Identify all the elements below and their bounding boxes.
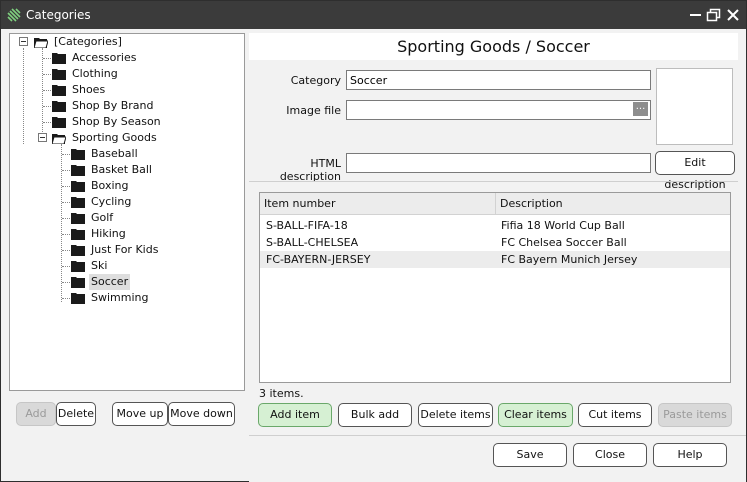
folder-icon — [71, 165, 85, 176]
folder-icon — [52, 117, 66, 128]
tree-item-cycling[interactable]: Cycling — [10, 194, 244, 210]
tree-item-label: Soccer — [89, 274, 131, 290]
cut-items-button[interactable]: Cut items — [578, 403, 652, 427]
categories-window: Categories [Categories] Accessories Clot… — [0, 0, 747, 482]
collapse-icon[interactable] — [19, 37, 28, 46]
tree-item-label: Just For Kids — [91, 243, 159, 256]
tree-item-label: Shoes — [72, 83, 106, 96]
folder-icon — [52, 69, 66, 80]
folder-icon — [71, 245, 85, 256]
window-title: Categories — [26, 8, 91, 22]
tree-item-shoes[interactable]: Shoes — [10, 82, 244, 98]
item-number-cell: S-BALL-FIFA-18 — [266, 219, 348, 232]
category-path-header: Sporting Goods / Soccer — [249, 33, 738, 60]
tree-item-basket-ball[interactable]: Basket Ball — [10, 162, 244, 178]
tree-item-clothing[interactable]: Clothing — [10, 66, 244, 82]
tree-item-baseball[interactable]: Baseball — [10, 146, 244, 162]
browse-button[interactable]: ... — [633, 102, 648, 116]
table-row[interactable]: FC-BAYERN-JERSEY FC Bayern Munich Jersey — [260, 251, 730, 268]
bulk-add-button[interactable]: Bulk add — [338, 403, 412, 427]
tree-item-label: Shop By Brand — [72, 99, 154, 112]
column-header-description[interactable]: Description — [496, 193, 730, 215]
tree-item-label: Baseball — [91, 147, 138, 160]
tree-item-label: Swimming — [91, 291, 149, 304]
tree-root-label: [Categories] — [54, 35, 122, 48]
tree-item-hiking[interactable]: Hiking — [10, 226, 244, 242]
description-cell: FC Bayern Munich Jersey — [501, 253, 638, 266]
folder-icon — [71, 293, 85, 304]
maximize-icon[interactable] — [705, 6, 723, 24]
tree-item-label: Shop By Season — [72, 115, 161, 128]
tree-item-boxing[interactable]: Boxing — [10, 178, 244, 194]
tree-item-label: Ski — [91, 259, 108, 272]
close-icon[interactable] — [724, 6, 742, 24]
tree-item-just-for-kids[interactable]: Just For Kids — [10, 242, 244, 258]
folder-icon — [52, 53, 66, 64]
folder-icon — [71, 277, 85, 288]
tree-item-golf[interactable]: Golf — [10, 210, 244, 226]
html-description-input[interactable] — [346, 153, 651, 173]
tree-item-label: Clothing — [72, 67, 118, 80]
table-row[interactable]: S-BALL-FIFA-18 Fifia 18 World Cup Ball — [260, 217, 730, 234]
tree-item-accessories[interactable]: Accessories — [10, 50, 244, 66]
item-count: 3 items. — [259, 387, 304, 400]
tree-item-ski[interactable]: Ski — [10, 258, 244, 274]
items-table[interactable]: Item number Description S-BALL-FIFA-18 F… — [259, 192, 731, 383]
save-button[interactable]: Save — [493, 443, 567, 467]
tree-item-sporting-goods[interactable]: Sporting Goods — [10, 130, 244, 146]
divider — [249, 181, 738, 182]
paste-items-button[interactable]: Paste items — [658, 403, 732, 427]
image-preview — [656, 68, 733, 145]
folder-icon — [71, 149, 85, 160]
add-category-button[interactable]: Add — [16, 402, 56, 426]
help-button[interactable]: Help — [653, 443, 727, 467]
folder-icon — [71, 261, 85, 272]
column-header-item-number[interactable]: Item number — [260, 193, 496, 215]
image-file-label: Image file — [286, 104, 341, 117]
folder-icon — [52, 101, 66, 112]
description-cell: FC Chelsea Soccer Ball — [501, 236, 627, 249]
title-bar: Categories — [1, 1, 746, 29]
tree-item-swimming[interactable]: Swimming — [10, 290, 244, 306]
folder-icon — [71, 181, 85, 192]
tree-item-label: Golf — [91, 211, 114, 224]
minimize-icon[interactable] — [687, 6, 705, 24]
edit-description-button[interactable]: Edit description — [655, 151, 735, 191]
folder-icon — [71, 229, 85, 240]
tree-item-label: Basket Ball — [91, 163, 152, 176]
description-cell: Fifia 18 World Cup Ball — [501, 219, 625, 232]
folder-icon — [71, 213, 85, 224]
app-icon — [7, 8, 21, 22]
tree-item-shop-by-season[interactable]: Shop By Season — [10, 114, 244, 130]
move-up-button[interactable]: Move up — [112, 402, 168, 426]
tree-item-label: Sporting Goods — [72, 131, 157, 144]
delete-category-button[interactable]: Delete — [56, 402, 96, 426]
tree-root[interactable]: [Categories] — [10, 34, 244, 50]
category-tree[interactable]: [Categories] Accessories Clothing Shoes … — [9, 33, 245, 391]
html-description-label: HTML description — [279, 157, 341, 183]
close-button[interactable]: Close — [573, 443, 647, 467]
add-item-button[interactable]: Add item — [258, 403, 332, 427]
tree-item-soccer[interactable]: Soccer — [10, 274, 244, 290]
table-row[interactable]: S-BALL-CHELSEA FC Chelsea Soccer Ball — [260, 234, 730, 251]
category-name-input[interactable] — [346, 70, 651, 90]
collapse-icon[interactable] — [38, 133, 47, 142]
tree-item-label: Hiking — [91, 227, 126, 240]
item-number-cell: FC-BAYERN-JERSEY — [266, 253, 371, 266]
move-down-button[interactable]: Move down — [168, 402, 235, 426]
clear-items-button[interactable]: Clear items — [498, 403, 573, 427]
folder-icon — [71, 197, 85, 208]
image-file-input[interactable] — [346, 100, 651, 120]
folder-open-icon — [34, 38, 48, 48]
folder-icon — [52, 85, 66, 96]
tree-item-label: Accessories — [72, 51, 137, 64]
delete-items-button[interactable]: Delete items — [418, 403, 493, 427]
folder-open-icon — [52, 134, 66, 144]
tree-item-label: Boxing — [91, 179, 129, 192]
tree-item-shop-by-brand[interactable]: Shop By Brand — [10, 98, 244, 114]
tree-item-label: Cycling — [91, 195, 132, 208]
item-number-cell: S-BALL-CHELSEA — [266, 236, 359, 249]
category-label: Category — [290, 74, 341, 87]
